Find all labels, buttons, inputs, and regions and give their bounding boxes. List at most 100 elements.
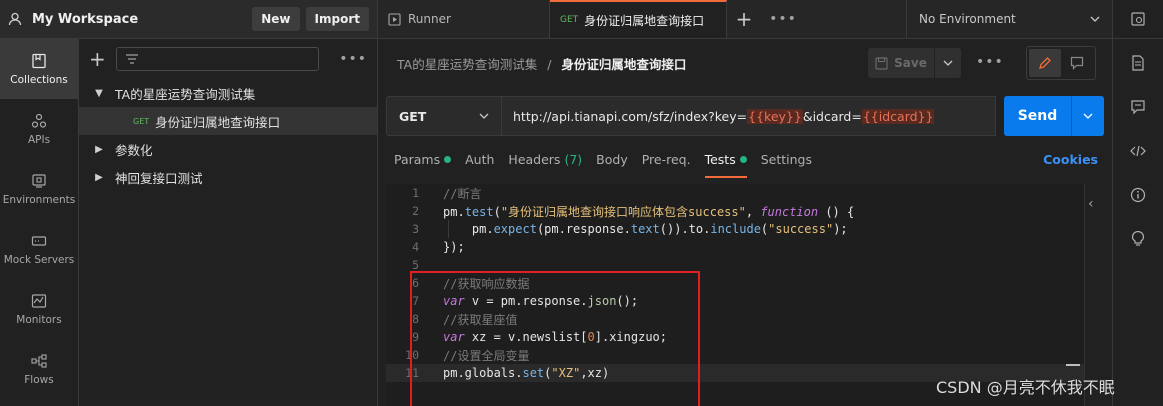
method-select[interactable]: GET (386, 96, 502, 136)
line-number: 9 (412, 330, 419, 344)
sidebar-item-label: Collections (10, 73, 68, 86)
code-token: pm. (443, 222, 494, 236)
add-collection-button[interactable]: + (89, 47, 108, 71)
status-dot (739, 156, 747, 163)
watermark: CSDN @月亮不休我不眠 (936, 378, 1115, 397)
chevron-down-icon (1083, 113, 1093, 119)
editor-scrollbar[interactable] (1066, 364, 1080, 366)
send-dropdown[interactable] (1072, 96, 1104, 136)
new-button[interactable]: New (252, 7, 300, 31)
line-number: 7 (412, 294, 419, 308)
tab-tests[interactable]: Tests (704, 152, 747, 178)
chevron-down-icon (1090, 16, 1100, 22)
comments-button[interactable] (1113, 85, 1163, 129)
tab-body[interactable]: Body (596, 152, 628, 178)
line-number: 11 (405, 366, 419, 380)
code-line: 1 //断言 (386, 184, 1084, 202)
code-line: 5 (386, 256, 1084, 274)
code-line: 9 var xz = v.newslist[0].xingzuo; (386, 328, 1084, 346)
line-number: 5 (412, 258, 419, 272)
code-token: () { (818, 204, 855, 219)
code-comment: //断言 (443, 186, 482, 201)
tree-request[interactable]: GET 身份证归属地查询接口 (79, 107, 377, 135)
tab-more-icon[interactable]: ••• (761, 0, 805, 38)
tree-folder[interactable]: ▶ 神回复接口测试 (79, 163, 377, 191)
lightbulb-icon (1131, 231, 1145, 246)
code-token: (); (616, 294, 639, 308)
monitors-icon (31, 293, 47, 308)
filter-input[interactable] (116, 47, 320, 71)
code-keyword: var (443, 294, 465, 308)
edit-mode-button[interactable] (1029, 49, 1061, 77)
code-token: ].xingzuo; (594, 330, 667, 344)
tree-folder[interactable]: ▶ 参数化 (79, 135, 377, 163)
collections-panel: + ••• ▼ TA的星座运势查询测试集 GET 身份证归属地查询接口 ▶ 参数… (79, 39, 378, 406)
send-button[interactable]: Send (1004, 96, 1072, 136)
filter-icon (126, 54, 139, 64)
comment-mode-button[interactable] (1061, 49, 1093, 77)
workspace-title[interactable]: My Workspace (32, 12, 246, 27)
save-dropdown[interactable] (935, 48, 961, 78)
line-number: 6 (412, 276, 419, 290)
code-token: test (464, 204, 494, 219)
sidebar-item-apis[interactable]: APIs (0, 99, 78, 159)
line-number: 3 (412, 222, 419, 236)
cookies-link[interactable]: Cookies (1043, 152, 1098, 178)
documentation-button[interactable] (1113, 41, 1163, 85)
chevron-right-icon[interactable]: ▶ (89, 172, 109, 183)
sidebar-item-environments[interactable]: Environments (0, 159, 78, 219)
breadcrumb-request[interactable]: 身份证归属地查询接口 (561, 57, 686, 72)
code-token: set (522, 366, 545, 380)
import-button[interactable]: Import (305, 7, 369, 31)
save-button[interactable]: Save (868, 48, 934, 78)
tests-code-editor[interactable]: 1 //断言 2 pm.test("身份证归属地查询接口响应体包含success",… (386, 184, 1084, 406)
tab-auth[interactable]: Auth (465, 152, 494, 178)
sidebar-item-flows[interactable]: Flows (0, 339, 78, 399)
tab-params[interactable]: Params (394, 152, 452, 178)
new-tab-button[interactable]: + (727, 0, 761, 38)
code-button[interactable] (1113, 129, 1163, 173)
runner-icon (388, 12, 401, 26)
code-line: 2 pm.test("身份证归属地查询接口响应体包含success", funct… (386, 202, 1084, 220)
url-bar: GET http://api.tianapi.com/sfz/index?key… (386, 96, 1104, 136)
sidebar-item-monitors[interactable]: Monitors (0, 279, 78, 339)
apis-icon (31, 113, 47, 128)
chevron-down-icon[interactable]: ▼ (89, 88, 109, 99)
info-button[interactable] (1113, 173, 1163, 217)
folder-name: 神回复接口测试 (115, 170, 203, 186)
sidebar-item-collections[interactable]: Collections (0, 39, 78, 99)
url-input[interactable]: http://api.tianapi.com/sfz/index?key= {{… (502, 96, 996, 136)
code-line: 6 //获取响应数据 (386, 274, 1084, 292)
pane-divider (1084, 184, 1085, 406)
request-more-icon[interactable]: ••• (976, 54, 1004, 70)
tab-settings[interactable]: Settings (761, 152, 812, 178)
chevron-left-icon[interactable]: ‹ (1088, 196, 1094, 212)
code-comment: //设置全局变量 (443, 348, 530, 363)
sidebar-item-label: Environments (2, 193, 76, 206)
tab-runner[interactable]: Runner (378, 0, 550, 38)
tab-prerequest[interactable]: Pre-req. (642, 152, 691, 178)
sidebar-item-label: Mock Servers (3, 253, 75, 266)
breadcrumb-collection[interactable]: TA的星座运势查询测试集 (397, 57, 537, 72)
pencil-icon (1039, 57, 1051, 69)
chevron-down-icon (479, 113, 489, 119)
environment-selector[interactable]: No Environment (906, 0, 1112, 38)
more-options-icon[interactable]: ••• (339, 51, 367, 67)
tab-headers[interactable]: Headers (7) (508, 152, 582, 178)
code-keyword: var (443, 330, 465, 344)
code-token: pm.globals. (443, 366, 523, 380)
environment-quick-look-button[interactable] (1113, 0, 1163, 39)
workspace-header: My Workspace New Import (0, 0, 378, 39)
tree-collection[interactable]: ▼ TA的星座运势查询测试集 (79, 79, 377, 107)
comment-icon (1070, 56, 1084, 70)
code-string: "身份证归属地查询接口响应体包含success" (500, 204, 746, 219)
chevron-right-icon[interactable]: ▶ (89, 144, 109, 155)
tab-request[interactable]: GET 身份证归属地查询接口 (550, 0, 727, 38)
info-icon (1130, 187, 1146, 203)
bulb-button[interactable] (1113, 217, 1163, 261)
sidebar-item-mock-servers[interactable]: Mock Servers (0, 219, 78, 279)
chevron-down-icon (943, 60, 953, 66)
view-mode-toggle (1026, 46, 1096, 80)
line-number: 1 (412, 186, 419, 200)
code-token: json (587, 294, 617, 308)
